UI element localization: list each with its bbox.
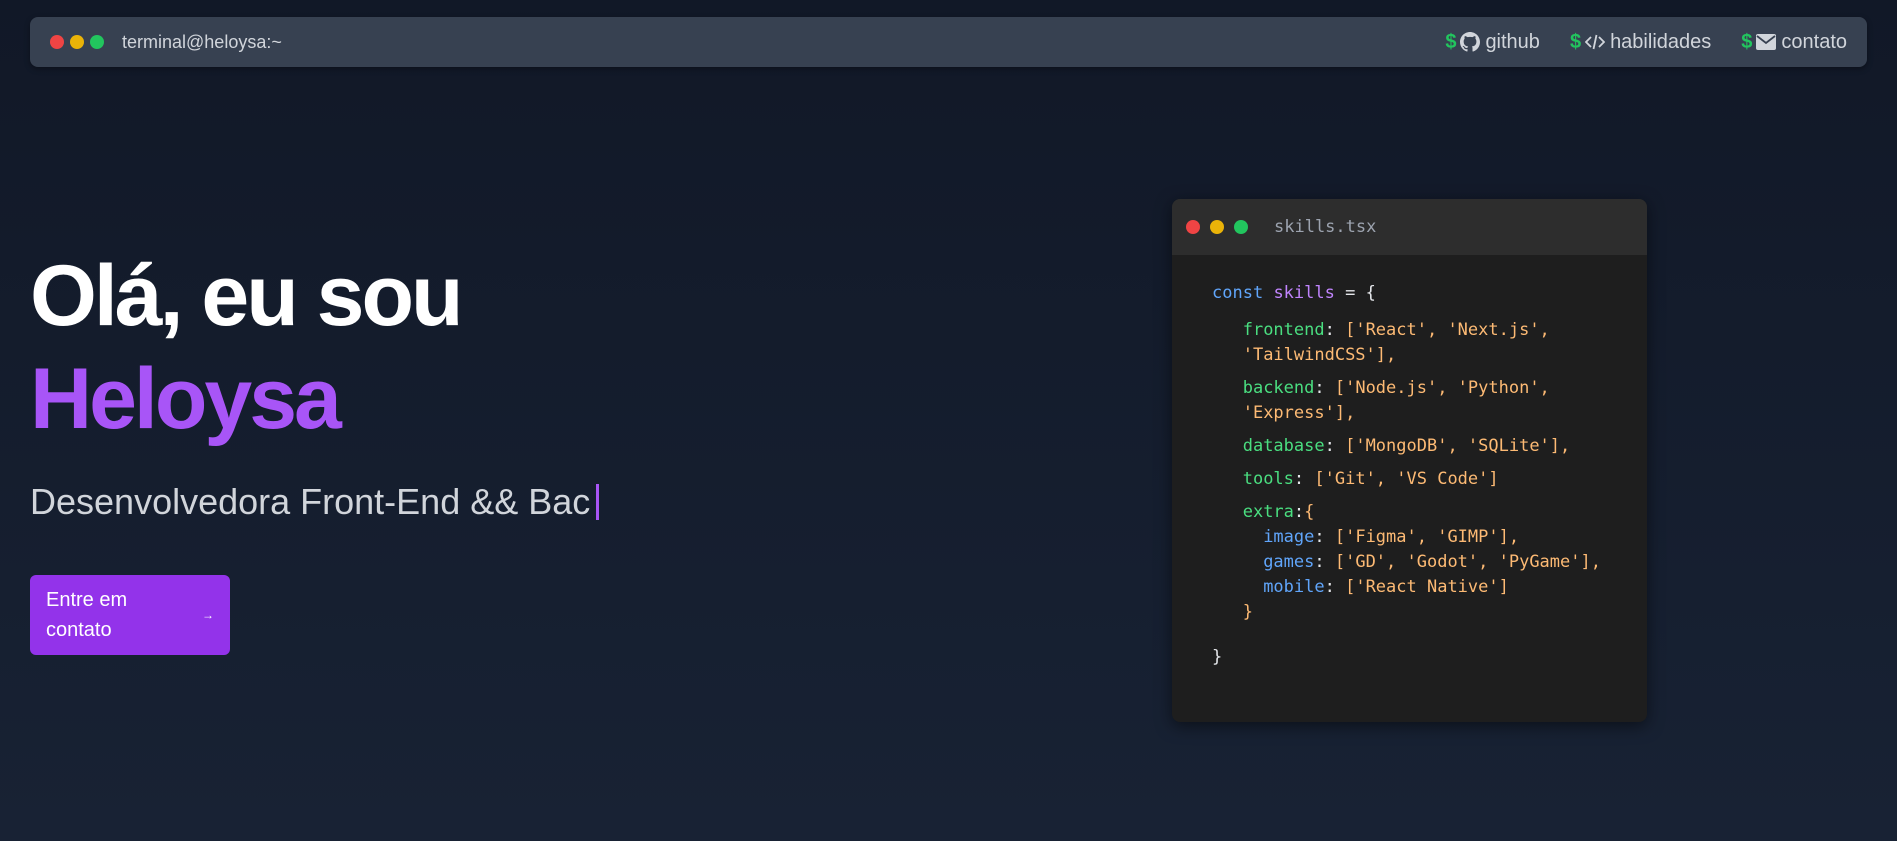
- arrow-right-icon: →: [202, 608, 214, 623]
- code-key: image: [1263, 527, 1315, 547]
- code-line: mobile: ['React Native']: [1263, 577, 1509, 597]
- code-line: const skills = {: [1212, 281, 1607, 306]
- hero-subtitle: Desenvolvedora Front-End && Bac: [30, 481, 850, 523]
- typing-cursor: [596, 484, 600, 521]
- hero-subtitle-text: Desenvolvedora Front-End && Bac: [30, 481, 591, 523]
- code-string: ['React Native']: [1345, 577, 1509, 597]
- nav-link-contato-label: contato: [1781, 30, 1847, 53]
- code-string: ['GD', 'Godot', 'PyGame'],: [1334, 552, 1601, 572]
- terminal-navbar: terminal@heloysa:~ $ github $ habilidade…: [30, 17, 1867, 67]
- code-line: }: [1212, 600, 1607, 625]
- code-filename: skills.tsx: [1274, 217, 1377, 237]
- nav-link-habilidades[interactable]: $ habilidades: [1570, 31, 1711, 54]
- code-brace: }: [1242, 602, 1253, 622]
- code-icon: [1585, 34, 1606, 50]
- minimize-dot-icon: [70, 35, 84, 49]
- contact-button[interactable]: Entre em contato →: [30, 575, 230, 656]
- code-key: backend: [1242, 378, 1315, 398]
- code-string: ['Git', 'VS Code']: [1314, 469, 1499, 489]
- hero-name: Heloysa: [30, 351, 342, 448]
- code-body: const skills = { frontend: ['React', 'Ne…: [1172, 255, 1647, 696]
- maximize-dot-icon: [1234, 220, 1248, 234]
- code-line: games: ['GD', 'Godot', 'PyGame'],: [1263, 552, 1601, 572]
- envelope-icon: [1756, 34, 1777, 50]
- code-string: 'Express'],: [1242, 403, 1356, 423]
- code-line: database: ['MongoDB', 'SQLite'],: [1242, 436, 1571, 456]
- code-brace: }: [1212, 647, 1223, 667]
- close-dot-icon: [50, 35, 64, 49]
- maximize-dot-icon: [90, 35, 104, 49]
- prompt-symbol: $: [1741, 30, 1753, 53]
- code-keyword: const: [1212, 283, 1264, 303]
- code-line: tools: ['Git', 'VS Code']: [1242, 469, 1499, 489]
- code-line: extra:{: [1242, 502, 1315, 522]
- code-key: database: [1242, 436, 1325, 456]
- navbar-title: terminal@heloysa:~: [122, 31, 282, 52]
- code-line: image: ['Figma', 'GIMP'],: [1263, 527, 1520, 547]
- nav-link-contato[interactable]: $ contato: [1741, 31, 1847, 54]
- code-string: ['Node.js', 'Python',: [1334, 378, 1550, 398]
- code-window-header: skills.tsx: [1172, 199, 1647, 255]
- close-dot-icon: [1186, 220, 1200, 234]
- code-line: frontend: ['React', 'Next.js',: [1242, 320, 1550, 340]
- prompt-symbol: $: [1569, 30, 1582, 53]
- contact-button-label: Entre em contato: [46, 589, 128, 642]
- hero-greeting: Olá, eu sou: [30, 248, 464, 344]
- minimize-dot-icon: [1210, 220, 1224, 234]
- code-string: 'TailwindCSS'],: [1242, 345, 1397, 365]
- code-key: tools: [1242, 469, 1294, 489]
- code-line: 'Express'],: [1212, 401, 1607, 426]
- code-key: extra: [1242, 502, 1294, 522]
- code-line: 'TailwindCSS'],: [1212, 343, 1607, 368]
- code-string: ['MongoDB', 'SQLite'],: [1345, 436, 1571, 456]
- code-key: frontend: [1242, 320, 1325, 340]
- code-window: skills.tsx const skills = { frontend: ['…: [1172, 199, 1647, 722]
- code-punctuation: = {: [1334, 283, 1376, 303]
- nav-link-github[interactable]: $ github: [1445, 31, 1540, 54]
- code-key: games: [1263, 552, 1315, 572]
- hero-section: Olá, eu sou Heloysa Desenvolvedora Front…: [30, 245, 850, 656]
- code-string: ['React', 'Next.js',: [1345, 320, 1550, 340]
- nav-link-habilidades-label: habilidades: [1610, 30, 1712, 53]
- prompt-symbol: $: [1445, 30, 1457, 53]
- code-brace: {: [1304, 502, 1315, 522]
- nav-links: $ github $ habilidades $ contato: [1415, 31, 1847, 54]
- nav-link-github-label: github: [1485, 30, 1540, 53]
- code-variable: skills: [1273, 283, 1335, 303]
- github-icon: [1460, 32, 1481, 52]
- code-line: backend: ['Node.js', 'Python',: [1242, 378, 1550, 398]
- code-string: ['Figma', 'GIMP'],: [1334, 527, 1520, 547]
- code-line: }: [1212, 645, 1607, 670]
- code-key: mobile: [1263, 577, 1325, 597]
